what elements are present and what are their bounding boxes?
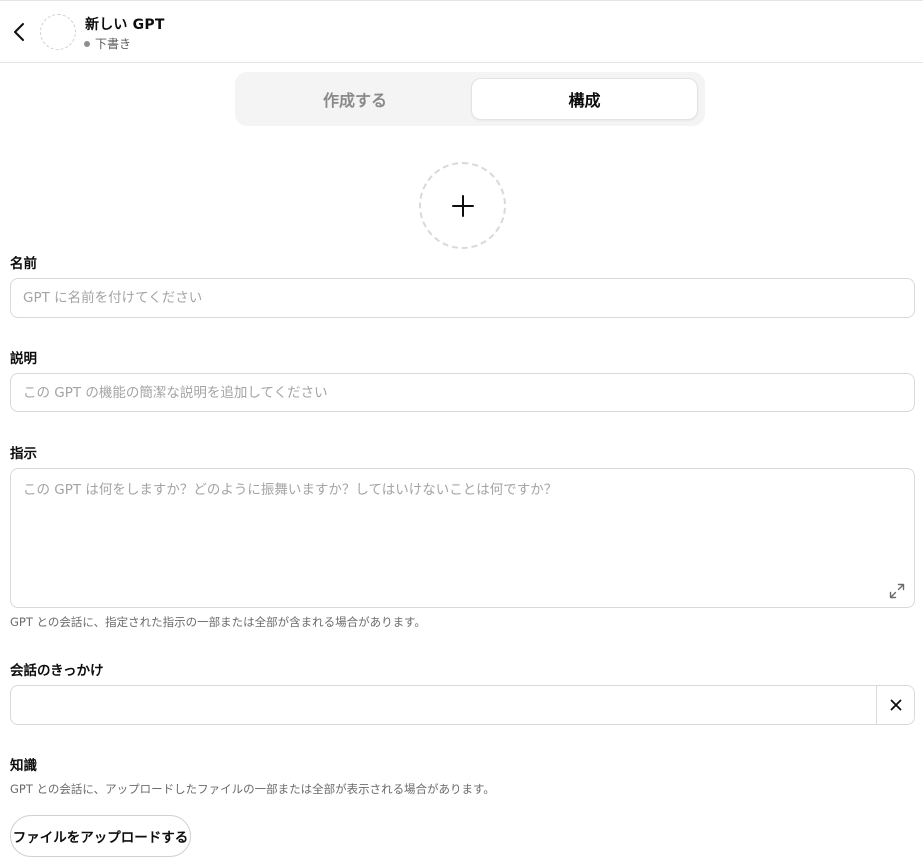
expand-icon	[889, 583, 905, 599]
conversation-starter-input[interactable]	[11, 686, 877, 724]
add-avatar-button[interactable]	[419, 162, 506, 249]
instructions-textarea[interactable]	[10, 468, 915, 608]
knowledge-label: 知識	[10, 758, 37, 774]
header-bar: 新しい GPT 下書き	[0, 0, 923, 63]
conversation-starter-row	[10, 685, 915, 725]
name-label: 名前	[10, 256, 37, 272]
plus-icon	[451, 194, 474, 217]
gpt-avatar-placeholder	[40, 14, 76, 50]
instructions-label: 指示	[10, 446, 37, 462]
close-icon	[890, 699, 901, 711]
name-input[interactable]	[10, 278, 915, 318]
mode-tabs: 作成する 構成	[235, 72, 705, 126]
remove-starter-button[interactable]	[876, 686, 914, 724]
status-dot-icon	[84, 40, 90, 47]
tab-configure[interactable]: 構成	[471, 78, 698, 120]
status-label: 下書き	[95, 37, 132, 51]
conversation-starters-label: 会話のきっかけ	[10, 663, 104, 679]
expand-button[interactable]	[888, 582, 906, 600]
back-button[interactable]	[8, 19, 30, 45]
tab-create[interactable]: 作成する	[241, 78, 469, 120]
knowledge-helper-text: GPT との会話に、アップロードしたファイルの一部または全部が表示される場合があ…	[10, 782, 495, 796]
instructions-helper-text: GPT との会話に、指定された指示の一部または全部が含まれる場合があります。	[10, 615, 426, 629]
page-title: 新しい GPT	[85, 17, 165, 33]
upload-files-button[interactable]: ファイルをアップロードする	[10, 815, 191, 857]
status-badge: 下書き	[84, 35, 131, 52]
description-input[interactable]	[10, 373, 915, 412]
chevron-left-icon	[14, 23, 24, 41]
description-label: 説明	[10, 351, 37, 367]
